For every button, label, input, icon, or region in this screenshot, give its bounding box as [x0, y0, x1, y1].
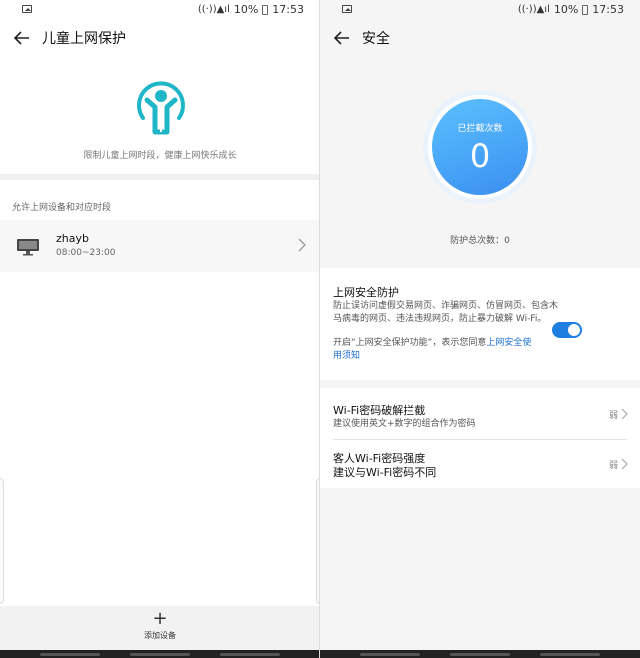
chevron-right-icon — [621, 408, 628, 420]
clock: 17:53 — [272, 3, 304, 16]
wifi-signal-icon: ((·))▲ıl — [197, 4, 230, 15]
page-title: 安全 — [362, 31, 390, 47]
web-protection-title: 上网安全防护 — [333, 286, 399, 299]
web-protection-toggle[interactable] — [552, 322, 582, 338]
chevron-right-icon — [621, 458, 628, 470]
device-time-range: 08:00~23:00 — [56, 248, 116, 258]
blocked-counter: 已拦截次数 0 — [432, 99, 528, 195]
back-arrow-icon[interactable] — [12, 28, 32, 48]
web-protection-notice: 开启“上网安全保护功能”，表示您同意上网安全使用须知 — [333, 337, 538, 363]
battery-percent: 10% — [233, 3, 259, 16]
device-row[interactable]: zhayb 08:00~23:00 — [0, 220, 320, 272]
edge-panel — [0, 478, 4, 604]
device-name: zhayb — [56, 232, 89, 245]
child-protection-icon — [137, 81, 185, 135]
blocked-caption: 已拦截次数 — [457, 124, 503, 134]
battery-percent: 10% — [553, 3, 579, 16]
web-protection-desc: 防止误访问虚假交易网页、诈骗网页、仿冒网页、包含木马病毒的网页、违法违规网页，防… — [333, 301, 559, 324]
status-bar: ((·))▲ıl 10% 17:53 — [0, 0, 320, 20]
nav-segment — [540, 653, 600, 656]
app-bar: 儿童上网保护 — [0, 26, 320, 50]
section-divider — [0, 174, 320, 180]
wifi-crack-title: Wi-Fi密码破解拦截 — [333, 404, 426, 417]
notice-text: 开启“上网安全保护功能”，表示您同意 — [333, 338, 487, 348]
battery-icon — [262, 4, 269, 15]
back-arrow-icon[interactable] — [332, 28, 352, 48]
security-screen: ((·))▲ıl 10% 17:53 安全 已拦截次数 0 防护总次数：0 上网… — [320, 0, 640, 658]
plus-icon: + — [152, 608, 168, 629]
system-nav-bar — [320, 650, 640, 658]
wifi-crack-level: 弱 — [608, 411, 618, 421]
chevron-right-icon — [298, 238, 306, 252]
blocked-count: 0 — [469, 137, 491, 175]
gallery-icon — [22, 5, 32, 13]
nav-segment — [220, 653, 280, 656]
nav-segment — [130, 653, 190, 656]
add-device-button[interactable]: + 添加设备 — [130, 610, 190, 646]
wifi-settings-card: Wi-Fi密码破解拦截 建议使用英文+数字的组合作为密码 弱 客人Wi-Fi密码… — [320, 388, 640, 488]
total-protection-count: 防护总次数：0 — [450, 236, 510, 246]
guest-wifi-row[interactable]: 客人Wi-Fi密码强度 建议与Wi-Fi密码不同 弱 — [320, 440, 640, 488]
web-protection-card: 上网安全防护 防止误访问虚假交易网页、诈骗网页、仿冒网页、包含木马病毒的网页、违… — [320, 268, 640, 380]
bottom-action-bar: + 添加设备 — [0, 606, 320, 650]
battery-icon — [582, 4, 589, 15]
wifi-signal-icon: ((·))▲ıl — [517, 4, 550, 15]
monitor-icon — [17, 239, 39, 256]
guest-wifi-level: 弱 — [608, 461, 618, 471]
section-label: 允许上网设备和对应时段 — [12, 203, 112, 213]
status-bar: ((·))▲ıl 10% 17:53 — [320, 0, 640, 20]
feature-caption: 限制儿童上网时段，健康上网快乐成长 — [83, 151, 237, 161]
gallery-icon — [342, 5, 352, 13]
wifi-crack-row[interactable]: Wi-Fi密码破解拦截 建议使用英文+数字的组合作为密码 弱 — [320, 388, 640, 438]
nav-segment — [360, 653, 420, 656]
add-device-label: 添加设备 — [144, 631, 176, 640]
system-nav-bar — [0, 650, 320, 658]
nav-segment — [40, 653, 100, 656]
clock: 17:53 — [592, 3, 624, 16]
guest-wifi-title: 客人Wi-Fi密码强度 — [333, 452, 426, 465]
app-bar: 安全 — [320, 26, 640, 50]
child-protection-screen: ((·))▲ıl 10% 17:53 儿童上网保护 限制儿童上网时段，健康上网快… — [0, 0, 320, 658]
guest-wifi-desc: 建议与Wi-Fi密码不同 — [333, 466, 437, 479]
wifi-crack-desc: 建议使用英文+数字的组合作为密码 — [333, 419, 476, 429]
nav-segment — [450, 653, 510, 656]
page-title: 儿童上网保护 — [42, 31, 126, 47]
